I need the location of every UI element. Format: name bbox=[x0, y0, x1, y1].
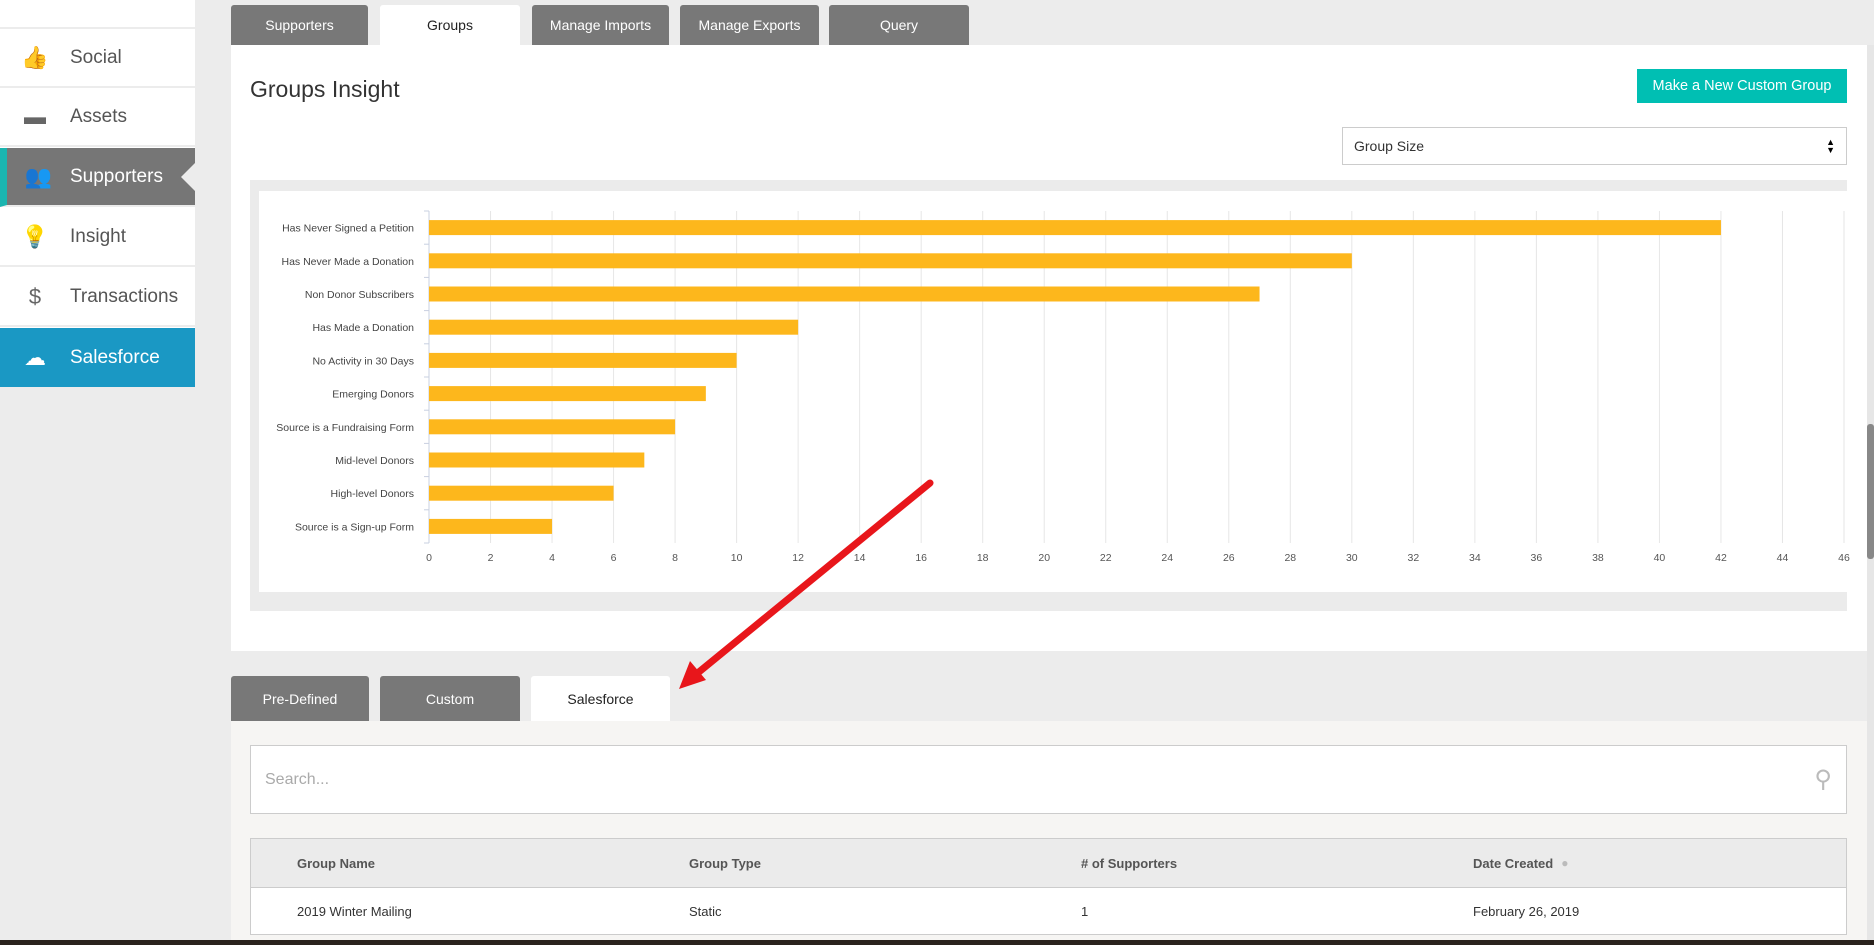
annotation-arrow bbox=[679, 479, 934, 689]
scrollbar-thumb[interactable] bbox=[1867, 424, 1874, 559]
taskbar-edge bbox=[0, 940, 1874, 945]
